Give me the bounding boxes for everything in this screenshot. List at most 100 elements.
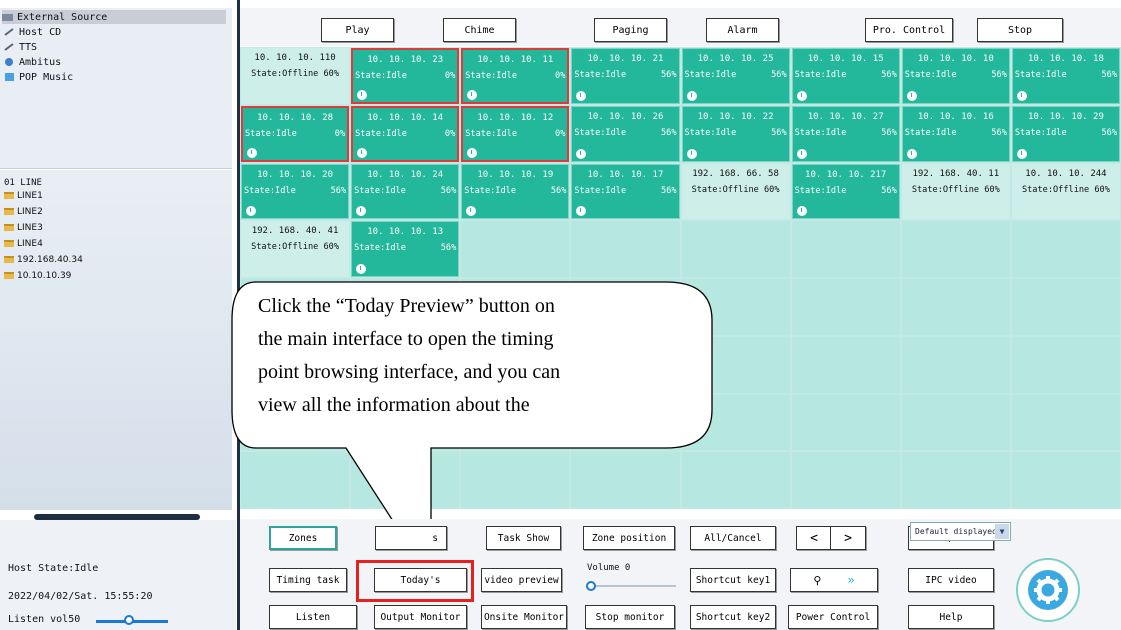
- zone-cell-empty[interactable]: [791, 336, 900, 393]
- zone-ip: 10. 10. 10. 217: [805, 169, 887, 180]
- zone-cell-empty[interactable]: [571, 221, 680, 277]
- task-show-button[interactable]: Task Show: [486, 526, 561, 550]
- line-item[interactable]: LINE4: [4, 237, 43, 250]
- zone-cell-empty[interactable]: [1011, 394, 1120, 451]
- pro-control-button[interactable]: Pro. Control: [865, 18, 953, 42]
- next-page-button[interactable]: >: [830, 526, 866, 550]
- zone-cell-empty[interactable]: [681, 221, 790, 277]
- zone-position-button[interactable]: Zone position: [583, 526, 675, 550]
- zone-cell-empty[interactable]: [791, 394, 900, 451]
- zone-cell-empty[interactable]: [791, 221, 900, 277]
- zone-cell[interactable]: 10. 10. 10. 110 State:Offline 60%: [241, 48, 350, 104]
- line-item[interactable]: LINE1: [4, 189, 43, 202]
- video-preview-button[interactable]: video preview: [481, 568, 562, 592]
- zone-cell[interactable]: 10. 10. 10. 12 State:Idle 0%: [461, 105, 570, 162]
- alarm-button[interactable]: Alarm: [706, 18, 779, 42]
- paging-button[interactable]: Paging: [594, 18, 667, 42]
- onsite-monitor-button[interactable]: Onsite Monitor: [481, 605, 567, 629]
- search-zoom-button[interactable]: ⚲ »: [790, 568, 878, 592]
- chime-button[interactable]: Chime: [443, 18, 516, 42]
- zone-cell-empty[interactable]: [1011, 221, 1120, 277]
- zone-cell[interactable]: 192. 168. 66. 58 State:Offline 60%: [681, 163, 790, 220]
- zone-cell[interactable]: 10. 10. 10. 25 State:Idle 56%: [681, 48, 790, 104]
- power-control-button[interactable]: Power Control: [788, 605, 878, 629]
- zone-cell[interactable]: 10. 10. 10. 17 State:Idle 56%: [571, 163, 680, 220]
- zone-cell[interactable]: 10. 10. 10. 10 State:Idle 56%: [901, 48, 1010, 104]
- zone-state: State:Offline 60%: [1014, 185, 1118, 195]
- zone-volume-pct: 0%: [444, 71, 456, 81]
- zone-cell-empty[interactable]: [901, 221, 1010, 277]
- zone-cell-empty[interactable]: [901, 279, 1010, 335]
- zone-cell-empty[interactable]: [791, 279, 900, 335]
- zones-button[interactable]: Zones: [269, 526, 337, 550]
- zone-cell[interactable]: 10. 10. 10. 13 State:Idle 56%: [351, 221, 460, 277]
- zone-cell[interactable]: 10. 10. 10. 15 State:Idle 56%: [791, 48, 900, 104]
- stop-monitor-button[interactable]: Stop monitor: [585, 605, 675, 629]
- display-mode-dropdown[interactable]: Default displayed ▼: [910, 522, 1011, 541]
- zone-cell-empty[interactable]: [791, 452, 900, 508]
- zone-state: State:Idle 56%: [1015, 128, 1117, 138]
- zone-cell[interactable]: 192. 168. 40. 11 State:Offline 60%: [901, 163, 1010, 220]
- line-item[interactable]: 192.168.40.34: [4, 253, 83, 266]
- line-item[interactable]: LINE2: [4, 205, 43, 218]
- zone-cell-empty[interactable]: [1011, 336, 1120, 393]
- source-item-external[interactable]: External Source: [2, 10, 226, 24]
- zone-cell[interactable]: 10. 10. 10. 29 State:Idle 56%: [1011, 105, 1120, 162]
- stop-button[interactable]: Stop: [977, 18, 1063, 42]
- zone-state: State:Offline 60%: [904, 185, 1008, 195]
- callout-line: the main interface to open the timing: [258, 328, 554, 350]
- zone-cell-empty[interactable]: [461, 221, 570, 277]
- zone-cell[interactable]: 10. 10. 10. 18 State:Idle 56%: [1011, 48, 1120, 104]
- zone-cell[interactable]: 192. 168. 40. 41 State:Offline 60%: [241, 221, 350, 277]
- volume-slider[interactable]: [590, 585, 676, 587]
- play-button[interactable]: Play: [321, 18, 394, 42]
- zone-cell-empty[interactable]: [1011, 279, 1120, 335]
- prev-page-button[interactable]: <: [796, 526, 832, 550]
- zone-cell[interactable]: 10. 10. 10. 16 State:Idle 56%: [901, 105, 1010, 162]
- zone-cell[interactable]: 10. 10. 10. 27 State:Idle 56%: [791, 105, 900, 162]
- timing-task-button[interactable]: Timing task: [269, 568, 347, 592]
- tasks-button[interactable]: s: [375, 526, 447, 550]
- zone-cell[interactable]: 10. 10. 10. 26 State:Idle 56%: [571, 105, 680, 162]
- zone-cell[interactable]: 10. 10. 10. 24 State:Idle 56%: [351, 163, 460, 220]
- zone-cell[interactable]: 10. 10. 10. 23 State:Idle 0%: [351, 48, 460, 104]
- ipc-video-button[interactable]: IPC video: [908, 568, 994, 592]
- zone-cell-empty[interactable]: [901, 452, 1010, 508]
- all-cancel-button[interactable]: All/Cancel: [690, 526, 776, 550]
- source-item-ambitus[interactable]: Ambitus: [4, 55, 61, 69]
- source-item-cd[interactable]: Host CD: [4, 25, 61, 39]
- zone-state: State:Idle 56%: [244, 186, 346, 196]
- zone-cell[interactable]: 10. 10. 10. 20 State:Idle 56%: [241, 163, 350, 220]
- fast-forward-icon: »: [847, 573, 855, 587]
- shortcut-key1-button[interactable]: Shortcut key1: [690, 568, 776, 592]
- zone-cell[interactable]: 10. 10. 10. 11 State:Idle 0%: [461, 48, 570, 104]
- zone-cell[interactable]: 10. 10. 10. 21 State:Idle 56%: [571, 48, 680, 104]
- shortcut-key2-button[interactable]: Shortcut key2: [690, 605, 776, 629]
- zone-cell-empty[interactable]: [901, 336, 1010, 393]
- help-button[interactable]: Help: [908, 605, 994, 629]
- listen-volume-knob[interactable]: [124, 615, 134, 625]
- source-label: External Source: [17, 11, 108, 23]
- zone-cell[interactable]: 10. 10. 10. 22 State:Idle 56%: [681, 105, 790, 162]
- line-item[interactable]: 10.10.10.39: [4, 269, 71, 282]
- zone-ip: 10. 10. 10. 18: [1028, 54, 1104, 64]
- zone-cell-empty[interactable]: [1011, 452, 1120, 508]
- zone-cell[interactable]: 10. 10. 10. 19 State:Idle 56%: [461, 163, 570, 220]
- zone-volume-pct: 56%: [771, 127, 787, 138]
- source-item-tts[interactable]: TTS: [4, 40, 37, 54]
- source-item-pop-music[interactable]: POP Music: [4, 70, 73, 84]
- zone-cell[interactable]: 10. 10. 10. 217 State:Idle 56%: [791, 163, 900, 220]
- clock-icon: [467, 147, 478, 158]
- zone-ip: 10. 10. 10. 110: [254, 53, 336, 63]
- zone-cell[interactable]: 10. 10. 10. 244 State:Offline 60%: [1011, 163, 1120, 220]
- zone-state-text: State:Idle: [794, 185, 847, 196]
- listen-button[interactable]: Listen: [269, 605, 357, 629]
- zone-cell-empty[interactable]: [901, 394, 1010, 451]
- volume-knob[interactable]: [586, 581, 596, 591]
- zone-state: State:Idle 56%: [464, 186, 566, 196]
- zone-cell[interactable]: 10. 10. 10. 28 State:Idle 0%: [241, 105, 350, 162]
- line-item[interactable]: LINE3: [4, 221, 43, 234]
- zone-volume-pct: 56%: [991, 127, 1007, 138]
- zone-cell[interactable]: 10. 10. 10. 14 State:Idle 0%: [351, 105, 460, 162]
- output-monitor-button[interactable]: Output Monitor: [374, 605, 467, 629]
